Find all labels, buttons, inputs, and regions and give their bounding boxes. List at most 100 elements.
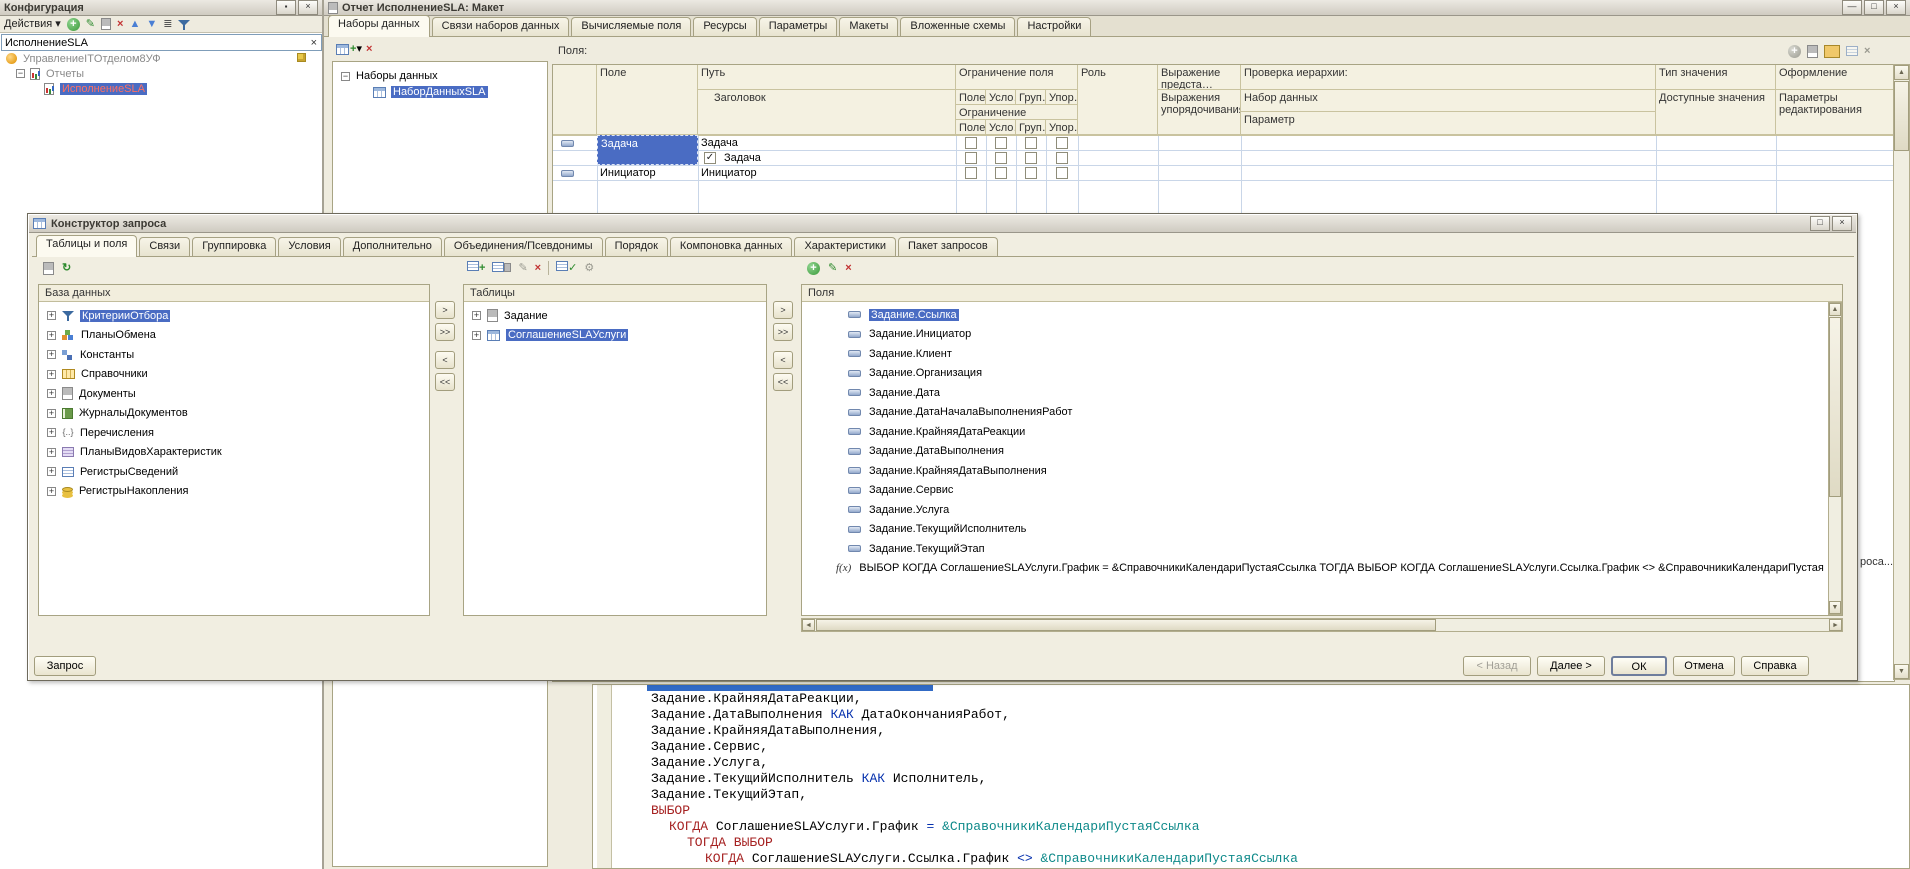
grid-header-cell[interactable]: Ограничение поля: [956, 65, 1078, 90]
grid-row-field[interactable]: Инициатор: [597, 165, 698, 180]
field-item[interactable]: Задание.КрайняяДатаВыполнения: [802, 461, 1842, 481]
add-custom-field-icon[interactable]: +: [807, 262, 820, 275]
copy-field-icon[interactable]: [1807, 45, 1818, 58]
search-input[interactable]: [2, 37, 307, 49]
filter-icon[interactable]: [178, 19, 190, 30]
delete-field-icon[interactable]: ×: [845, 261, 851, 275]
scroll-thumb[interactable]: [816, 619, 1436, 631]
expand-icon[interactable]: +: [47, 448, 56, 457]
dialog-tab-Компоновка данных[interactable]: Компоновка данных: [670, 237, 793, 256]
tab-Макеты[interactable]: Макеты: [839, 17, 898, 36]
tab-Наборы данных[interactable]: Наборы данных: [328, 15, 430, 37]
datasets-root[interactable]: − Наборы данных: [333, 68, 547, 84]
database-item[interactable]: +РегистрыНакопления: [39, 482, 429, 502]
tree-item[interactable]: −Отчеты: [0, 66, 322, 81]
grid-row-path[interactable]: Задача: [698, 135, 956, 150]
grid-header-cell[interactable]: Путь: [698, 65, 956, 90]
transfer-right-button[interactable]: >: [773, 301, 793, 319]
expression-item[interactable]: f(x)ВЫБОР КОГДА СоглашениеSLAУслуги.Граф…: [802, 559, 1842, 579]
transfer-leftleft-button[interactable]: <<: [435, 373, 455, 391]
delete-dataset-icon[interactable]: ×: [366, 42, 372, 56]
copy-icon[interactable]: [101, 18, 111, 30]
dialog-tab-Условия[interactable]: Условия: [278, 237, 340, 256]
tab-Настройки[interactable]: Настройки: [1017, 17, 1091, 36]
minimize-icon[interactable]: —: [1842, 0, 1862, 15]
expand-icon[interactable]: +: [472, 311, 481, 320]
grid-header-cell[interactable]: Доступные значения: [1656, 90, 1776, 135]
grid-header-cell[interactable]: Груп…: [1016, 120, 1046, 135]
maximize-icon[interactable]: □: [1810, 216, 1830, 231]
table-item[interactable]: +Задание: [464, 306, 766, 326]
transfer-left-button[interactable]: <: [435, 351, 455, 369]
tab-Вложенные схемы[interactable]: Вложенные схемы: [900, 17, 1015, 36]
grid-header-cell[interactable]: Поле: [956, 120, 986, 135]
grid-header-cell[interactable]: Набор данных: [1241, 90, 1656, 112]
refresh-icon[interactable]: ↻: [62, 261, 71, 275]
checkbox[interactable]: [1056, 152, 1068, 164]
grid-header-cell[interactable]: Упор…: [1046, 90, 1078, 105]
database-item[interactable]: +Документы: [39, 384, 429, 404]
scroll-up-icon[interactable]: ▲: [1829, 303, 1841, 316]
grid-header-cell[interactable]: Груп…: [1016, 90, 1046, 105]
checkbox[interactable]: [1025, 152, 1037, 164]
transfer-leftleft-button[interactable]: <<: [773, 373, 793, 391]
collapse-icon[interactable]: −: [16, 69, 25, 78]
add-folder-icon[interactable]: [1824, 45, 1840, 58]
expand-icon[interactable]: +: [47, 370, 56, 379]
query-editor[interactable]: Задание.КрайняяДатаРеакции,Задание.ДатаВ…: [592, 684, 1910, 869]
database-item[interactable]: +ПланыВидовХарактеристик: [39, 443, 429, 463]
dialog-tab-Порядок[interactable]: Порядок: [605, 237, 668, 256]
dialog-tab-Таблицы и поля[interactable]: Таблицы и поля: [36, 235, 137, 257]
table-item[interactable]: +СоглашениеSLAУслуги: [464, 326, 766, 346]
checkbox[interactable]: ✓: [704, 152, 716, 164]
tab-Параметры[interactable]: Параметры: [759, 17, 838, 36]
database-item[interactable]: +Справочники: [39, 365, 429, 385]
delete-icon[interactable]: ×: [117, 17, 123, 31]
field-item[interactable]: Задание.Ссылка: [802, 305, 1842, 325]
checkbox[interactable]: [1056, 167, 1068, 179]
transfer-left-button[interactable]: <: [773, 351, 793, 369]
expand-icon[interactable]: +: [47, 409, 56, 418]
back-button[interactable]: < Назад: [1463, 656, 1531, 676]
fields-hscrollbar[interactable]: ◄ ►: [801, 618, 1843, 632]
tree-item[interactable]: ИсполнениеSLA: [0, 81, 322, 96]
expand-icon[interactable]: +: [47, 350, 56, 359]
tab-Вычисляемые поля[interactable]: Вычисляемые поля: [571, 17, 691, 36]
transfer-right-button[interactable]: >: [435, 301, 455, 319]
dialog-tab-Характеристики[interactable]: Характеристики: [794, 237, 896, 256]
checkbox[interactable]: [995, 167, 1007, 179]
field-item[interactable]: Задание.Организация: [802, 364, 1842, 384]
checkbox[interactable]: [1025, 137, 1037, 149]
grid-corner[interactable]: [553, 65, 597, 135]
add-dataset-icon[interactable]: + ▾: [336, 42, 362, 56]
tab-Связи наборов данных[interactable]: Связи наборов данных: [432, 17, 570, 36]
collapse-icon[interactable]: −: [341, 72, 350, 81]
checkbox[interactable]: [965, 167, 977, 179]
next-button[interactable]: Далее >: [1537, 656, 1605, 676]
fields-vscrollbar[interactable]: ▲ ▼: [1828, 302, 1842, 615]
add-field-icon[interactable]: +: [1788, 45, 1801, 58]
table-settings-icon[interactable]: ⚙: [584, 261, 594, 275]
query-button[interactable]: Запрос: [34, 656, 96, 676]
delete-field-icon[interactable]: ×: [1864, 44, 1870, 58]
delete-table-icon[interactable]: ×: [535, 261, 541, 275]
field-item[interactable]: Задание.ДатаВыполнения: [802, 442, 1842, 462]
cancel-button[interactable]: Отмена: [1673, 656, 1735, 676]
grid-header-cell[interactable]: Выражение предста…: [1158, 65, 1241, 90]
expand-icon[interactable]: +: [47, 389, 56, 398]
database-item[interactable]: +ЖурналыДокументов: [39, 404, 429, 424]
dataset-item[interactable]: НаборДанныхSLA: [333, 84, 547, 100]
grid-header-cell[interactable]: Ограничение реквизитов: [956, 105, 1078, 120]
expand-icon[interactable]: +: [47, 311, 56, 320]
grid-header-cell[interactable]: Усло…: [986, 90, 1016, 105]
checkbox[interactable]: [995, 137, 1007, 149]
query-text-icon[interactable]: [43, 262, 54, 275]
clear-search-icon[interactable]: ×: [307, 37, 321, 49]
checkbox[interactable]: [995, 152, 1007, 164]
dialog-tab-Группировка[interactable]: Группировка: [192, 237, 276, 256]
field-item[interactable]: Задание.КрайняяДатаРеакции: [802, 422, 1842, 442]
close-icon[interactable]: ×: [1886, 0, 1906, 15]
checkbox[interactable]: [965, 137, 977, 149]
grid-header-cell[interactable]: Поле: [597, 65, 698, 135]
grid-header-cell[interactable]: Усло…: [986, 120, 1016, 135]
